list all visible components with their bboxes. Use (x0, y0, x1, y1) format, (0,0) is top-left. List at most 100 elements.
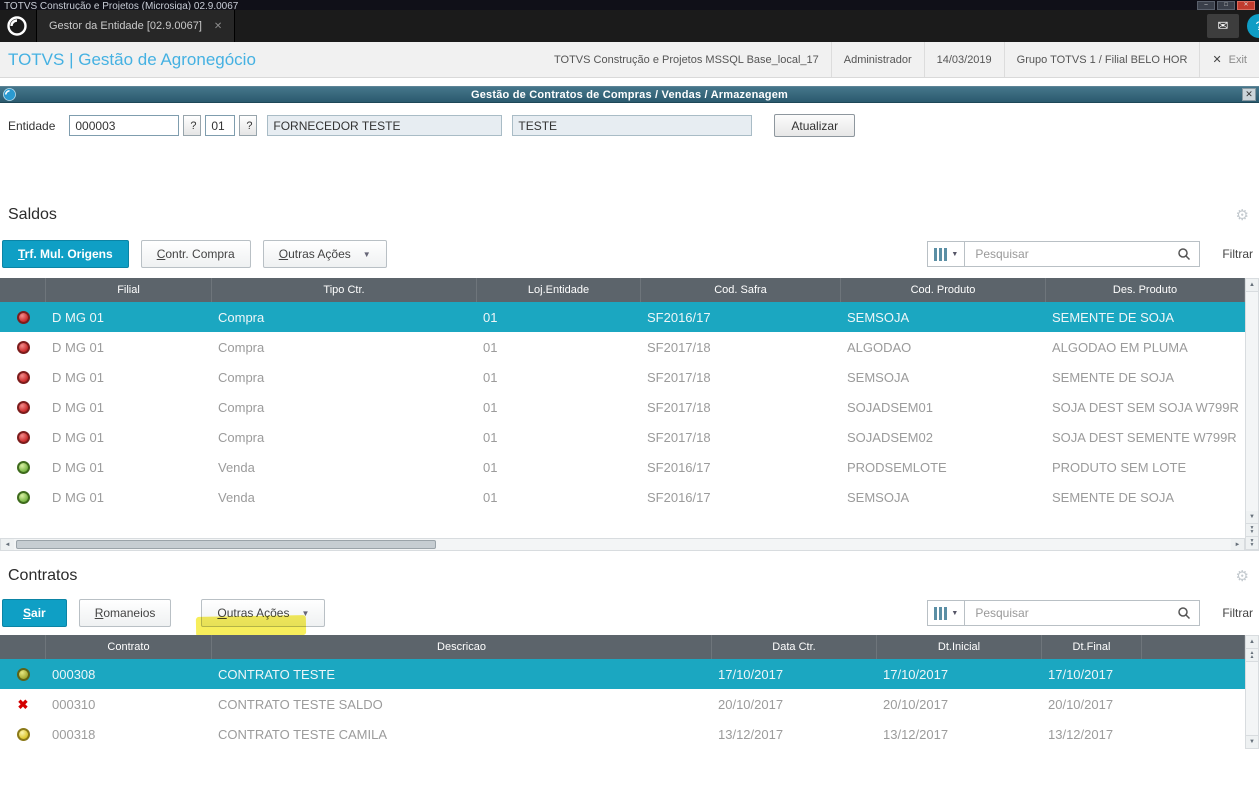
column-header[interactable]: Loj.Entidade (477, 278, 641, 302)
column-header[interactable]: Tipo Ctr. (212, 278, 477, 302)
romaneios-button[interactable]: Romaneios (78, 599, 172, 627)
tab-close-icon[interactable]: ✕ (214, 21, 222, 32)
status-cell (0, 482, 46, 512)
column-header[interactable]: Filial (46, 278, 212, 302)
status-green-icon (16, 460, 30, 474)
search-icon[interactable] (1177, 247, 1191, 261)
saldos-toolbar: Trf. Mul. Origens Contr. Compra Outras A… (0, 240, 1259, 268)
table-cell: D MG 01 (52, 429, 105, 445)
table-row[interactable]: D MG 01 Venda 01 SF2016/17 SEMSOJA SEMENTE DE… (0, 482, 1245, 512)
saldos-horizontal-scrollbar[interactable]: ◄ ► (0, 538, 1245, 551)
table-cell: SEMENTE DE SOJA (1052, 369, 1175, 385)
saldos-outras-acoes-button[interactable]: Outras Ações ▼ (262, 240, 387, 268)
entity-code-field[interactable] (69, 115, 180, 136)
chevron-down-icon: ▼ (362, 249, 371, 259)
scroll-right-icon[interactable]: ► (1231, 539, 1244, 550)
dialog-close-icon[interactable]: ✕ (1242, 88, 1256, 101)
contratos-gear-icon[interactable]: ⚙ (1236, 567, 1249, 585)
column-header[interactable]: Dt.Inicial (877, 635, 1042, 659)
user-name: Administrador (830, 42, 924, 77)
column-header[interactable]: Contrato (46, 635, 212, 659)
help-round-icon[interactable]: ? (1247, 14, 1259, 38)
column-header[interactable] (0, 278, 46, 302)
column-header[interactable]: Cod. Safra (641, 278, 841, 302)
sair-button[interactable]: Sair (2, 599, 67, 627)
saldos-filter-link[interactable]: Filtrar (1222, 247, 1253, 261)
exit-label: Exit (1228, 53, 1247, 66)
table-cell: D MG 01 (52, 399, 105, 415)
table-row[interactable]: 000318 CONTRATO TESTE CAMILA 13/12/2017 13/… (0, 719, 1245, 749)
entity-shortname-field[interactable] (512, 115, 753, 136)
table-row[interactable]: D MG 01 Compra 01 SF2017/18 ALGODAO ALGODAO E… (0, 332, 1245, 362)
saldos-gear-icon[interactable]: ⚙ (1236, 206, 1249, 224)
store-code-lookup-button[interactable]: ? (239, 115, 258, 136)
contr-compra-button[interactable]: Contr. Compra (140, 240, 251, 268)
table-cell: 20/10/2017 (883, 696, 949, 712)
window-maximize-icon[interactable]: □ (1217, 1, 1235, 10)
table-row[interactable]: ✖ 000310 CONTRATO TESTE SALDO 20/10/2017 20/… (0, 689, 1245, 719)
scroll-down-icon[interactable]: ▼ (1246, 735, 1258, 748)
saldos-columns-config-button[interactable]: ▼ (927, 241, 966, 267)
table-row[interactable]: D MG 01 Compra 01 SF2017/18 SEMSOJA SEMENTE D… (0, 362, 1245, 392)
contratos-search-input[interactable] (973, 605, 1178, 621)
table-row[interactable]: D MG 01 Venda 01 SF2016/17 PRODSEMLOTE PRODUT… (0, 452, 1245, 482)
table-row[interactable]: D MG 01 Compra 01 SF2017/18 SOJADSEM01 SOJA D… (0, 392, 1245, 422)
status-x-icon: ✖ (17, 696, 29, 712)
table-row[interactable]: D MG 01 Compra 01 SF2017/18 SOJADSEM02 SOJA D… (0, 422, 1245, 452)
table-cell: SOJADSEM02 (847, 429, 933, 445)
entity-form: Entidade ? ? Atualizar (0, 103, 1259, 140)
status-cell (0, 422, 46, 452)
dialog-swirl-icon (3, 88, 16, 101)
contratos-outras-acoes-button[interactable]: Outras Ações ▼ (201, 599, 326, 627)
mail-icon[interactable]: ✉ (1207, 14, 1239, 38)
search-icon[interactable] (1177, 606, 1191, 620)
contratos-vertical-scrollbar[interactable]: ▲ ▲ ▲ ▼ (1245, 635, 1259, 749)
column-header[interactable]: Data Ctr. (712, 635, 877, 659)
app-brand-title: TOTVS | Gestão de Agronegócio (8, 49, 256, 69)
exit-button[interactable]: ✕ Exit (1199, 42, 1259, 77)
scroll-up-icon[interactable]: ▲ (1246, 279, 1258, 292)
window-minimize-icon[interactable]: – (1197, 1, 1215, 10)
scroll-left-icon[interactable]: ◄ (1, 539, 14, 550)
table-cell: D MG 01 (52, 339, 105, 355)
scroll-end-icon[interactable]: ▼ ▼ (1246, 537, 1258, 550)
entity-name-field[interactable] (267, 115, 503, 136)
table-cell: 17/10/2017 (883, 666, 949, 682)
contratos-columns-config-button[interactable]: ▼ (927, 600, 966, 626)
contratos-outras-acoes-label: Outras Ações (217, 606, 290, 620)
column-header[interactable]: Cod. Produto (841, 278, 1046, 302)
contratos-filter-link[interactable]: Filtrar (1222, 606, 1253, 620)
tab-label: Gestor da Entidade [02.9.0067] (49, 20, 202, 32)
column-header[interactable] (1142, 635, 1245, 659)
column-header[interactable] (0, 635, 46, 659)
status-cell (0, 659, 46, 689)
saldos-vertical-scrollbar[interactable]: ▲ ▼ ▼ ▼ ▼ ▼ (1245, 278, 1259, 551)
table-row[interactable]: D MG 01 Compra 01 SF2016/17 SEMSOJA SEMENTE D… (0, 302, 1245, 332)
status-red-icon (16, 340, 30, 354)
column-header[interactable]: Dt.Final (1042, 635, 1142, 659)
totvs-logo-icon (6, 15, 28, 37)
chevron-down-icon: ▼ (301, 608, 310, 618)
page-down-icon[interactable]: ▼ ▼ (1246, 524, 1258, 537)
entity-code-lookup-button[interactable]: ? (183, 115, 202, 136)
column-header[interactable]: Descricao (212, 635, 712, 659)
trf-mul-origens-button[interactable]: Trf. Mul. Origens (2, 240, 129, 268)
tab-gestor-da-entidade[interactable]: Gestor da Entidade [02.9.0067] ✕ (36, 10, 236, 42)
table-cell: SEMENTE DE SOJA (1052, 309, 1175, 325)
chevron-down-icon: ▼ (951, 250, 959, 258)
refresh-button[interactable]: Atualizar (774, 114, 856, 137)
table-row[interactable]: 000308 CONTRATO TESTE 17/10/2017 17/10/2017… (0, 659, 1245, 689)
window-titlebar: TOTVS Construção e Projetos (Microsiga) … (0, 0, 1259, 10)
window-close-icon[interactable]: ✕ (1237, 1, 1255, 10)
table-cell: 01 (483, 489, 498, 505)
column-header[interactable]: Des. Produto (1046, 278, 1245, 302)
horizontal-scroll-thumb[interactable] (16, 540, 436, 549)
page-up-icon[interactable]: ▲ ▲ (1246, 649, 1258, 662)
scroll-down-icon[interactable]: ▼ (1246, 511, 1258, 524)
scroll-up-icon[interactable]: ▲ (1246, 636, 1258, 649)
store-code-field[interactable] (205, 115, 236, 136)
contratos-search-box (965, 600, 1201, 626)
saldos-search-input[interactable] (973, 246, 1178, 262)
status-olive-icon (16, 667, 30, 681)
